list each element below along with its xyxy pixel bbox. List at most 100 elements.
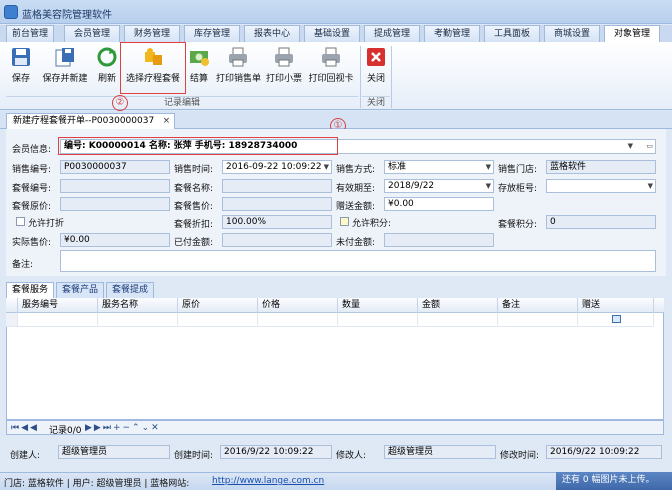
actual-price-field: ¥0.00	[60, 233, 170, 247]
refresh-icon	[96, 46, 118, 68]
grid-cell[interactable]	[418, 313, 498, 327]
tab-package-products[interactable]: 套餐产品	[56, 282, 105, 298]
actual-price-label: 实际售价:	[12, 238, 52, 248]
column-header[interactable]: 价格	[258, 298, 338, 313]
column-header[interactable]: 服务名称	[98, 298, 178, 313]
paid-amount-label: 已付金额:	[174, 238, 214, 248]
dropdown-arrow-icon[interactable]: ▼	[628, 140, 633, 153]
tab-mall-settings[interactable]: 商城设置	[544, 25, 600, 42]
highlight-box	[58, 137, 338, 155]
column-header[interactable]: 原价	[178, 298, 258, 313]
ribbon-separator	[391, 46, 392, 108]
cabinet-select[interactable]: ▼	[546, 179, 656, 193]
tab-inventory[interactable]: 库存管理	[184, 25, 240, 42]
column-header[interactable]: 服务编号	[18, 298, 98, 313]
app-title: 蓝格美容院管理软件	[22, 10, 112, 21]
tab-reports[interactable]: 报表中心	[244, 25, 300, 42]
column-header[interactable]: 数量	[338, 298, 418, 313]
print-return-card-button[interactable]: 打印回视卡	[307, 46, 355, 90]
save-and-new-button[interactable]: 保存并新建	[40, 46, 90, 90]
dropdown-arrow-icon[interactable]: ▼	[486, 180, 491, 192]
close-tab-icon[interactable]: ×	[163, 114, 171, 129]
money-icon	[188, 46, 210, 68]
pkg-sale-price-field	[222, 197, 332, 211]
document-tab[interactable]: 新建疗程套餐开单--P0030000037 ×	[6, 113, 176, 129]
discount-label: 套餐折扣:	[174, 220, 214, 230]
points-label: 套餐积分:	[498, 220, 538, 230]
modifier-label: 修改人:	[336, 451, 367, 461]
tab-package-commission[interactable]: 套餐提成	[106, 282, 155, 298]
valid-until-field[interactable]: 2018/9/22 ▼	[384, 179, 494, 193]
allow-points-label: 允许积分:	[352, 219, 392, 229]
tab-tools[interactable]: 工具面板	[484, 25, 540, 42]
sale-method-select[interactable]: 标准 ▼	[384, 160, 494, 174]
allow-points-checkbox[interactable]	[340, 217, 349, 226]
grid-cell[interactable]	[578, 313, 654, 327]
printer-icon	[273, 46, 295, 68]
dropdown-arrow-icon[interactable]: ▼	[486, 161, 491, 173]
unpaid-amount-field	[384, 233, 494, 247]
record-navigator: ⏮◀◀ 记录0/0 ▶▶⏭+−⌃⌄✕	[6, 420, 664, 436]
print-sales-button[interactable]: 打印销售单	[216, 46, 261, 90]
modified-time-field: 2016/9/22 10:09:22	[546, 445, 662, 459]
sale-method-label: 销售方式:	[336, 165, 376, 175]
tab-commission[interactable]: 提成管理	[364, 25, 420, 42]
document-tab-title: 新建疗程套餐开单--P0030000037	[13, 116, 155, 126]
nav-next-last-add-icon[interactable]: ▶▶⏭+−⌃⌄✕	[85, 423, 161, 433]
dropdown-arrow-icon[interactable]: ▼	[648, 180, 653, 192]
tab-attendance[interactable]: 考勤管理	[424, 25, 480, 42]
allow-discount-checkbox[interactable]	[16, 217, 25, 226]
tab-members[interactable]: 会员管理	[64, 25, 120, 42]
grid-cell[interactable]	[258, 313, 338, 327]
website-link[interactable]: http://www.lange.com.cn	[212, 476, 324, 486]
creator-label: 创建人:	[10, 451, 41, 461]
gift-checkbox-icon[interactable]	[612, 315, 621, 323]
pkg-name-field	[222, 179, 332, 193]
nav-first-prev-icon[interactable]: ⏮◀◀	[11, 423, 39, 433]
tab-object-manage[interactable]: 对象管理	[604, 25, 660, 42]
grid-cell[interactable]	[338, 313, 418, 327]
tab-package-services[interactable]: 套餐服务	[6, 282, 55, 298]
sale-no-field: P0030000037	[60, 160, 170, 174]
refresh-button[interactable]: 刷新	[96, 46, 118, 90]
settle-button[interactable]: 结算	[188, 46, 210, 90]
gift-amount-label: 赠送金额:	[336, 202, 376, 212]
cabinet-label: 存放柜号:	[498, 184, 538, 194]
grid-cell[interactable]	[98, 313, 178, 327]
pkg-orig-price-field	[60, 197, 170, 211]
pkg-orig-price-label: 套餐原价:	[12, 202, 52, 212]
grid-row-indicator	[6, 298, 18, 313]
grid-cell[interactable]	[498, 313, 578, 327]
tab-basic-settings[interactable]: 基础设置	[304, 25, 360, 42]
pkg-no-field	[60, 179, 170, 193]
column-header[interactable]: 赠送	[578, 298, 654, 313]
modifier-field: 超级管理员	[384, 445, 496, 459]
printer-icon	[320, 46, 342, 68]
ribbon-separator	[360, 46, 361, 108]
annotation-two: ②	[112, 95, 128, 111]
tab-front-desk[interactable]: 前台管理	[6, 25, 54, 42]
card-icon[interactable]: ▭	[646, 140, 653, 153]
valid-until-label: 有效期至:	[336, 184, 376, 194]
column-header[interactable]: 金额	[418, 298, 498, 313]
gift-amount-field[interactable]: ¥0.00	[384, 197, 494, 211]
created-time-field: 2016/9/22 10:09:22	[220, 445, 332, 459]
column-header[interactable]: 备注	[498, 298, 578, 313]
grid-cell[interactable]	[18, 313, 98, 327]
print-receipt-button[interactable]: 打印小票	[264, 46, 304, 90]
points-field: 0	[546, 215, 656, 229]
close-button[interactable]: 关闭	[364, 46, 388, 90]
remark-label: 备注:	[12, 260, 34, 270]
save-icon	[10, 46, 32, 68]
close-icon	[365, 46, 387, 68]
app-icon	[4, 5, 18, 19]
grid-cell[interactable]	[178, 313, 258, 327]
tab-finance[interactable]: 财务管理	[124, 25, 180, 42]
save-button[interactable]: 保存	[8, 46, 34, 90]
store-label: 销售门店:	[498, 165, 538, 175]
sale-time-field[interactable]: 2016-09-22 10:09:22 ▼	[222, 160, 332, 174]
printer-icon	[227, 46, 249, 68]
remark-field[interactable]	[60, 250, 656, 272]
dropdown-arrow-icon[interactable]: ▼	[324, 161, 329, 173]
save-new-icon	[54, 46, 76, 68]
